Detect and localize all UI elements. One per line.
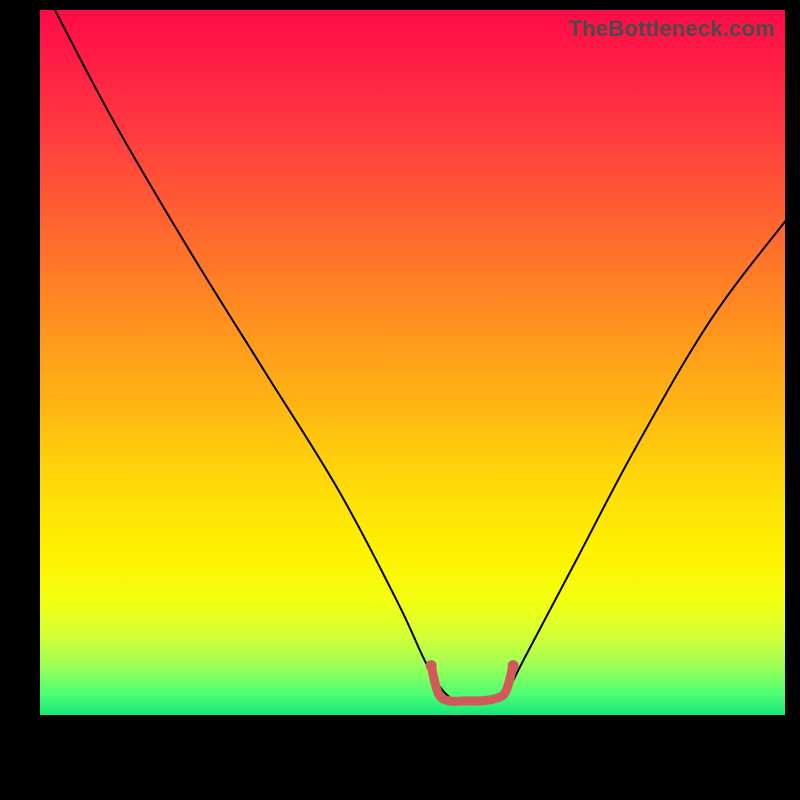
plot-area: TheBottleneck.com [40, 10, 785, 715]
optimal-endpoint-left [426, 660, 437, 671]
chart-frame: TheBottleneck.com [40, 10, 785, 780]
optimal-endpoint-right [508, 660, 519, 671]
optimal-range-marker [431, 666, 513, 702]
bottleneck-curve [55, 10, 785, 701]
curve-layer [40, 10, 785, 715]
